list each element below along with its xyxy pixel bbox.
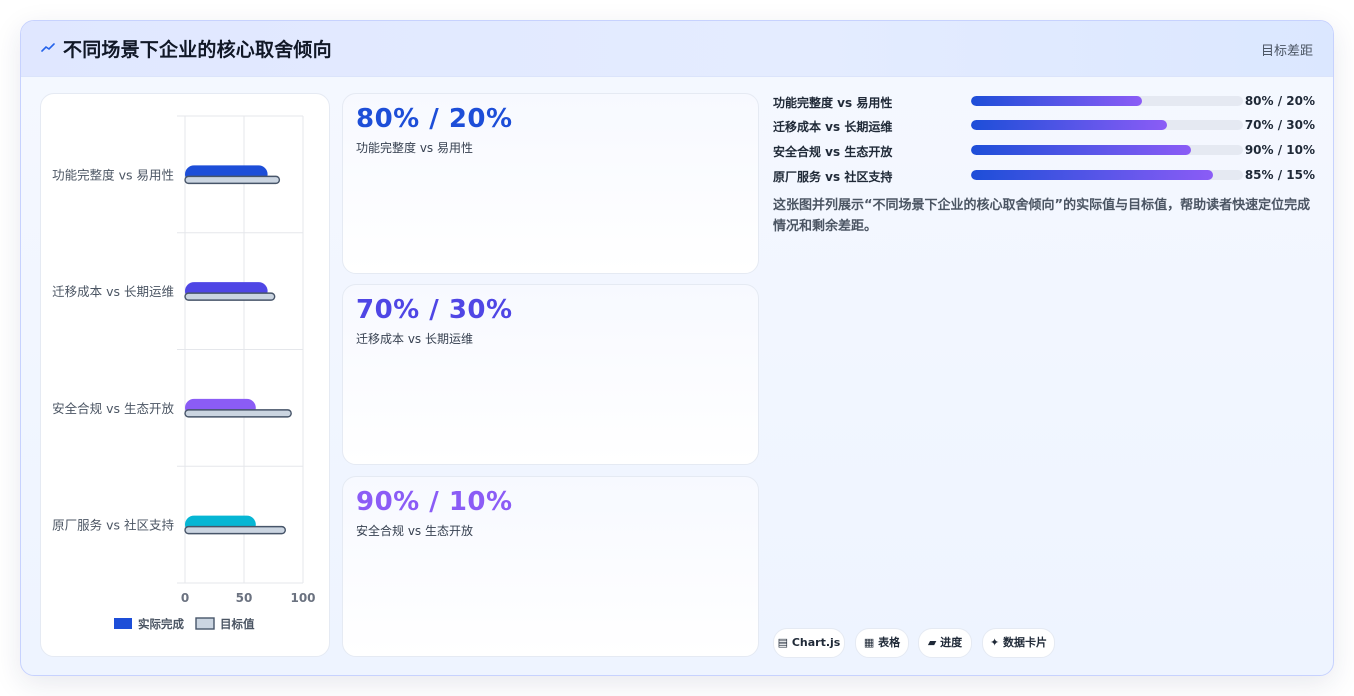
chart-card: 功能完整度 vs 易用性 迁移成本 vs 长期运维 安全合规 vs 生态开放 原厂服务…: [40, 93, 330, 657]
x-tick-label: 0: [181, 591, 189, 605]
category-label: 迁移成本 vs 长期运维: [52, 284, 174, 299]
progress-fill: [971, 170, 1214, 180]
chip-chartjs[interactable]: ▤ Chart.js: [773, 628, 845, 658]
progress-fill: [971, 96, 1143, 106]
category-label: 安全合规 vs 生态开放: [52, 401, 174, 416]
progress-track: [971, 120, 1243, 130]
progress-row: 功能完整度 vs 易用性 80% / 20%: [773, 93, 1315, 113]
bar-chart: 功能完整度 vs 易用性迁移成本 vs 长期运维安全合规 vs 生态开放原厂服务…: [52, 115, 316, 631]
progress-track: [971, 145, 1243, 155]
stat-card: 80% / 20% 功能完整度 vs 易用性: [342, 93, 759, 274]
stat-label: 安全合规 vs 生态开放: [356, 524, 473, 538]
bar-target: [184, 409, 292, 418]
progress-fill: [971, 120, 1167, 130]
progress-label: 原厂服务 vs 社区支持: [773, 170, 893, 184]
bar-target: [184, 292, 276, 301]
stat-card: 70% / 30% 迁移成本 vs 长期运维: [342, 284, 759, 465]
stat-value: 90% / 10%: [356, 487, 513, 517]
category-label: 原厂服务 vs 社区支持: [52, 518, 174, 533]
progress-track: [971, 96, 1243, 106]
x-tick-label: 100: [290, 591, 315, 605]
stat-value: 70% / 30%: [356, 295, 513, 325]
summary-column: 功能完整度 vs 易用性 80% / 20% 迁移成本 vs 长期运维 70% …: [773, 93, 1315, 658]
progress-track: [971, 170, 1243, 180]
progress-label: 功能完整度 vs 易用性: [773, 96, 893, 110]
stat-value: 80% / 20%: [356, 104, 513, 134]
category-label: 功能完整度 vs 易用性: [52, 167, 174, 182]
progress-value: 70% / 30%: [1244, 118, 1315, 132]
chip-progress[interactable]: ▰ 进度: [918, 628, 972, 658]
progress-row: 迁移成本 vs 长期运维 70% / 30%: [773, 117, 1315, 137]
stat-label: 迁移成本 vs 长期运维: [356, 332, 473, 346]
bar-target: [184, 175, 281, 185]
stat-label: 功能完整度 vs 易用性: [356, 141, 473, 155]
progress-value: 80% / 20%: [1244, 94, 1315, 108]
progress-value: 90% / 10%: [1244, 143, 1315, 157]
x-tick-label: 50: [236, 591, 253, 605]
progress-value: 85% / 15%: [1244, 168, 1315, 182]
chart-icon: [41, 43, 55, 52]
chip-data-cards[interactable]: ✦ 数据卡片: [982, 628, 1055, 658]
target-gap-label: 目标差距: [1260, 44, 1313, 59]
chart-description: 这张图并列展示“不同场景下企业的核心取舍倾向”的实际值与目标值，帮助读者快速定位…: [773, 198, 1311, 234]
progress-row: 原厂服务 vs 社区支持 85% / 15%: [773, 167, 1315, 187]
panel-header: 不同场景下企业的核心取舍倾向 目标差距: [21, 21, 1333, 77]
stat-card: 90% / 10% 安全合规 vs 生态开放: [342, 476, 759, 657]
bar-target: [184, 525, 287, 535]
page-title: 不同场景下企业的核心取舍倾向: [63, 39, 332, 61]
main-panel: 不同场景下企业的核心取舍倾向 目标差距 功能完整度 vs 易用性 迁移成本 vs …: [20, 20, 1334, 676]
progress-label: 迁移成本 vs 长期运维: [773, 120, 893, 134]
progress-row: 安全合规 vs 生态开放 90% / 10%: [773, 142, 1315, 162]
chip-table[interactable]: ▦ 表格: [855, 628, 909, 658]
legend-label-actual: 实际完成: [138, 617, 184, 631]
legend-swatch-actual: [114, 618, 132, 629]
legend-label-target: 目标值: [220, 617, 255, 631]
legend-swatch-target: [195, 617, 215, 630]
progress-label: 安全合规 vs 生态开放: [773, 145, 893, 159]
progress-fill: [971, 145, 1192, 155]
